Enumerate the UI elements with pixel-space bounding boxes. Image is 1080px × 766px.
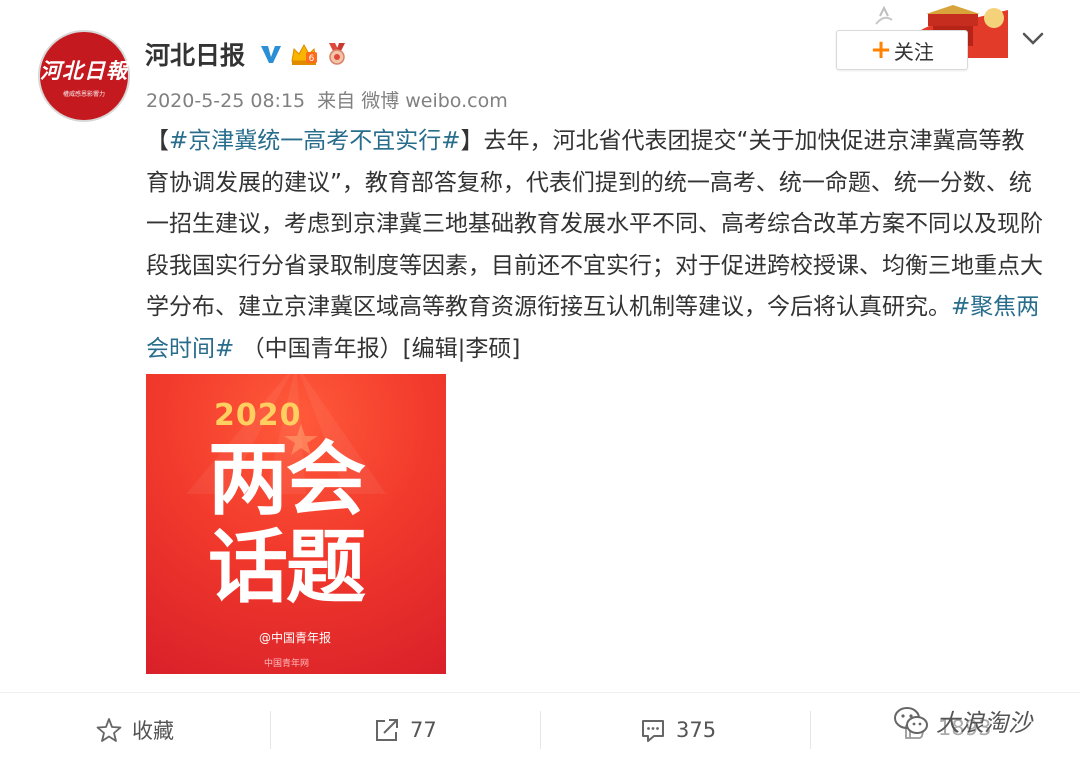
post-meta: 2020-5-25 08:15 来自 微博 weibo.com — [146, 86, 514, 113]
divider — [810, 711, 811, 749]
plus-icon: + — [870, 35, 892, 65]
repost-icon — [376, 718, 398, 741]
topic-link[interactable]: #京津冀统一高考不宜实行# — [169, 128, 461, 154]
post-text: 【#京津冀统一高考不宜实行#】去年，河北省代表团提交“关于加快促进京津冀高等教育… — [146, 121, 1046, 370]
account-header: 河北日报 6 — [145, 36, 349, 72]
chevron-down-icon[interactable] — [1020, 28, 1046, 50]
image-title-line2: 话题 — [208, 521, 366, 614]
watermark: 大浪淘沙 — [892, 703, 1032, 738]
post-tail: （中国青年报）[编辑|李硕] — [241, 335, 521, 362]
vip-crown-icon[interactable]: 6 — [289, 41, 319, 67]
watermark-text: 大浪淘沙 — [936, 709, 1032, 737]
bracket-close: 】 — [460, 128, 484, 154]
comment-button[interactable]: 375 — [640, 693, 716, 766]
post-image[interactable]: 2020 两会 话题 @中国青年报 中国青年网 — [146, 374, 446, 674]
image-title-line1: 两会 — [208, 433, 366, 526]
avatar-logo-subtext: 權威感恩影響力 — [62, 90, 105, 98]
post-time[interactable]: 2020-5-25 08:15 — [146, 90, 305, 112]
verified-icon — [259, 42, 283, 66]
source-prefix: 来自 — [317, 90, 356, 112]
post-source[interactable]: 微博 weibo.com — [361, 90, 508, 112]
divider — [270, 711, 271, 749]
account-name[interactable]: 河北日报 — [145, 36, 245, 72]
comment-count: 375 — [676, 717, 717, 742]
follow-button[interactable]: + 关注 — [836, 30, 968, 70]
divider — [540, 711, 541, 749]
follow-label: 关注 — [893, 39, 934, 64]
favorite-button[interactable]: 收藏 — [96, 693, 174, 766]
repost-button[interactable]: 77 — [374, 693, 437, 766]
bracket-open: 【 — [146, 128, 169, 154]
wechat-icon — [894, 706, 928, 734]
post-body: 去年，河北省代表团提交“关于加快促进京津冀高等教育协调发展的建议”，教育部答复称… — [146, 128, 1043, 320]
repost-count: 77 — [410, 717, 437, 742]
avatar-logo-text: 河北日報 — [40, 57, 128, 83]
avatar[interactable]: 河北日報 權威感恩影響力 — [38, 30, 130, 122]
image-credit-2: 中国青年网 — [264, 659, 310, 669]
favorite-label: 收藏 — [132, 718, 174, 743]
image-year: 2020 — [214, 398, 302, 433]
image-credit: @中国青年报 — [259, 631, 332, 645]
star-icon — [96, 717, 122, 742]
svg-text:6: 6 — [309, 54, 315, 64]
medal-icon[interactable] — [325, 41, 349, 67]
comment-icon — [642, 719, 664, 742]
